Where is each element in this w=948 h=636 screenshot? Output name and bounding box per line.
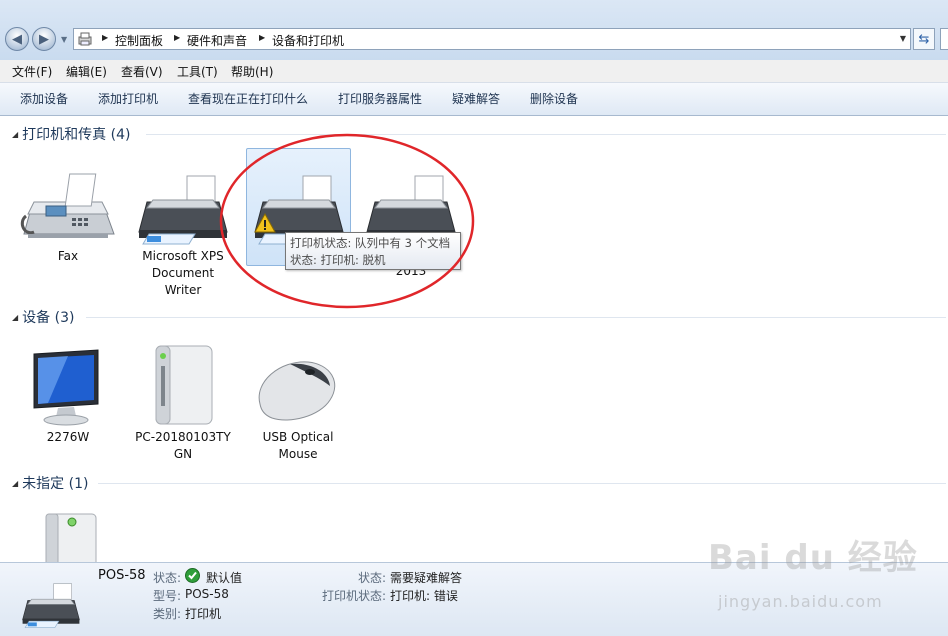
model-value: POS-58 — [185, 587, 229, 601]
printer-icon — [138, 175, 228, 245]
group-divider — [98, 483, 946, 484]
breadcrumb-control-panel[interactable]: 控制面板 — [115, 32, 163, 49]
server-icon — [45, 513, 97, 562]
mouse-icon — [258, 361, 336, 421]
search-input[interactable] — [940, 28, 948, 50]
recent-pages-dropdown-icon[interactable]: ▼ — [61, 35, 67, 44]
troubleshoot-button[interactable]: 疑难解答 — [452, 90, 500, 107]
status-value: 默认值 — [206, 571, 243, 585]
category-value: 打印机 — [185, 607, 222, 621]
tooltip-line: 状态: 打印机: 脱机 — [290, 253, 386, 267]
category-key: 类别: — [153, 607, 182, 621]
refresh-button[interactable]: ⇆ — [913, 28, 935, 50]
back-button[interactable]: ◀ — [5, 27, 29, 51]
monitor-icon — [33, 349, 99, 426]
printer-status-key: 打印机状态: — [322, 589, 387, 603]
address-box[interactable]: ▶ 控制面板 ▶ 硬件和声音 ▶ 设备和打印机 ▼ — [73, 28, 911, 50]
device-item-monitor[interactable]: 2276W — [16, 344, 120, 448]
device-item-unspecified[interactable] — [16, 508, 120, 562]
see-whats-printing-button[interactable]: 查看现在正在打印什么 — [188, 90, 308, 107]
command-bar: 添加设备 添加打印机 查看现在正在打印什么 打印服务器属性 疑难解答 删除设备 — [0, 83, 948, 116]
device-label: 2276W — [46, 430, 90, 444]
remove-device-button[interactable]: 删除设备 — [530, 90, 578, 107]
computer-tower-icon — [155, 345, 213, 425]
breadcrumb-separator-icon: ▶ — [102, 33, 109, 42]
breadcrumb-hardware-sound[interactable]: 硬件和声音 — [187, 32, 247, 49]
model-key: 型号: — [153, 589, 182, 603]
device-item-fax[interactable]: Fax — [16, 168, 120, 268]
state-value: 需要疑难解答 — [390, 571, 463, 585]
fax-icon — [20, 173, 115, 238]
menu-edit[interactable]: 编辑(E) — [66, 63, 107, 80]
forward-button[interactable]: ▶ — [32, 27, 56, 51]
breadcrumb-separator-icon: ▶ — [259, 33, 266, 42]
control-panel-icon — [78, 32, 92, 46]
menu-view[interactable]: 查看(V) — [121, 63, 163, 80]
breadcrumb-devices-printers[interactable]: 设备和打印机 — [272, 32, 344, 49]
device-name: POS-58 — [98, 568, 146, 583]
back-arrow-icon: ◀ — [12, 31, 22, 47]
device-label: USB Optical Mouse — [262, 430, 334, 461]
collapse-chevron-icon[interactable]: ◢ — [12, 130, 18, 139]
address-dropdown-icon[interactable]: ▼ — [900, 34, 906, 43]
group-divider — [146, 134, 946, 135]
group-divider — [86, 317, 946, 318]
printer-status-tooltip: 打印机状态: 队列中有 3 个文档 状态: 打印机: 脱机 — [285, 232, 461, 270]
print-server-properties-button[interactable]: 打印服务器属性 — [338, 90, 422, 107]
group-header-printers[interactable]: ◢ 打印机和传真 (4) — [12, 124, 130, 144]
menu-file[interactable]: 文件(F) — [12, 63, 52, 80]
address-bar-area: ◀ ▶ ▼ ▶ 控制面板 ▶ 硬件和声音 ▶ 设备和打印机 ▼ ⇆ — [0, 0, 948, 60]
collapse-chevron-icon[interactable]: ◢ — [12, 479, 18, 488]
refresh-icon: ⇆ — [918, 31, 930, 47]
add-printer-button[interactable]: 添加打印机 — [98, 90, 158, 107]
device-label: Fax — [57, 249, 79, 263]
menu-help[interactable]: 帮助(H) — [231, 63, 273, 80]
device-list: ◢ 打印机和传真 (4) Fax Microsoft XPS Document W… — [0, 116, 948, 562]
group-header-devices[interactable]: ◢ 设备 (3) — [12, 307, 74, 327]
menu-tools[interactable]: 工具(T) — [177, 63, 218, 80]
details-pane: POS-58 状态: 默认值 型号: POS-58 类别: 打印机 状态: 需要… — [0, 562, 948, 636]
device-label: Microsoft XPS Document Writer — [142, 249, 224, 297]
collapse-chevron-icon[interactable]: ◢ — [12, 313, 18, 322]
menu-bar: 文件(F) 编辑(E) 查看(V) 工具(T) 帮助(H) — [0, 60, 948, 83]
breadcrumb-separator-icon: ▶ — [174, 33, 181, 42]
tooltip-line: 打印机状态: 队列中有 3 个文档 — [290, 236, 451, 250]
forward-arrow-icon: ▶ — [39, 31, 49, 47]
device-item-mouse[interactable]: USB Optical Mouse — [246, 344, 350, 464]
status-key: 状态: — [153, 571, 182, 585]
printer-status-value: 打印机: 错误 — [390, 589, 458, 603]
device-label: PC-20180103TY GN — [135, 430, 231, 461]
device-item-computer[interactable]: PC-20180103TY GN — [130, 344, 236, 464]
printer-icon — [22, 583, 80, 628]
state-key: 状态: — [358, 571, 387, 585]
group-header-unspecified[interactable]: ◢ 未指定 (1) — [12, 473, 88, 493]
device-item-xps-writer[interactable]: Microsoft XPS Document Writer — [130, 168, 236, 298]
default-check-icon — [185, 568, 200, 586]
add-device-button[interactable]: 添加设备 — [20, 90, 68, 107]
